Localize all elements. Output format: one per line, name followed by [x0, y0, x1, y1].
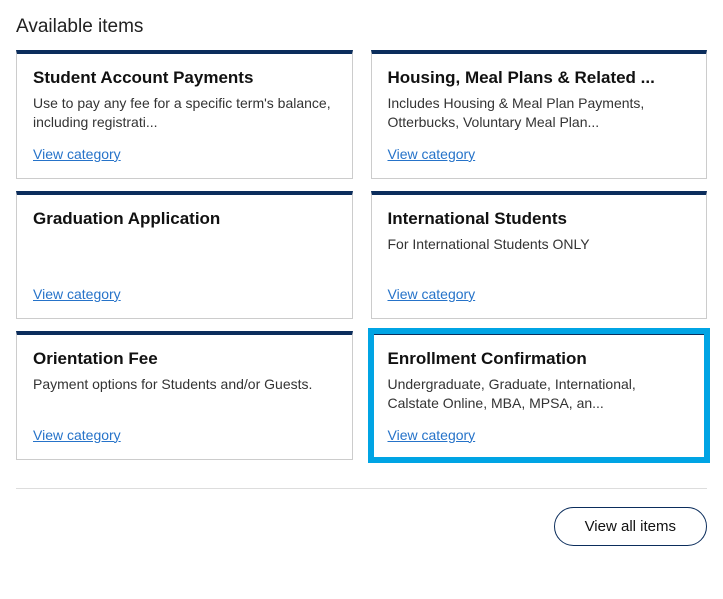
- card-grid: Student Account Payments Use to pay any …: [16, 50, 707, 460]
- card-description: Undergraduate, Graduate, International, …: [388, 375, 691, 413]
- view-category-link[interactable]: View category: [388, 146, 476, 162]
- card-international-students: International Students For International…: [371, 191, 708, 319]
- section-title: Available items: [16, 16, 707, 38]
- view-category-link[interactable]: View category: [388, 427, 476, 443]
- divider: [16, 488, 707, 489]
- card-orientation-fee: Orientation Fee Payment options for Stud…: [16, 331, 353, 460]
- card-description: Includes Housing & Meal Plan Payments, O…: [388, 94, 691, 132]
- card-title: International Students: [388, 209, 691, 229]
- card-description: Use to pay any fee for a specific term's…: [33, 94, 336, 132]
- available-items-section: Available items Student Account Payments…: [16, 16, 707, 546]
- card-description: Payment options for Students and/or Gues…: [33, 375, 336, 413]
- view-category-link[interactable]: View category: [33, 427, 121, 443]
- card-description: [33, 235, 336, 272]
- view-category-link[interactable]: View category: [33, 146, 121, 162]
- card-title: Graduation Application: [33, 209, 336, 229]
- view-category-link[interactable]: View category: [388, 286, 476, 302]
- view-category-link[interactable]: View category: [33, 286, 121, 302]
- card-description: For International Students ONLY: [388, 235, 691, 272]
- card-graduation-application: Graduation Application View category: [16, 191, 353, 319]
- card-title: Orientation Fee: [33, 349, 336, 369]
- card-title: Enrollment Confirmation: [388, 349, 691, 369]
- view-all-items-button[interactable]: View all items: [554, 507, 707, 546]
- card-housing-meal-plans: Housing, Meal Plans & Related ... Includ…: [371, 50, 708, 179]
- card-student-account-payments: Student Account Payments Use to pay any …: [16, 50, 353, 179]
- footer: View all items: [16, 507, 707, 546]
- card-title: Student Account Payments: [33, 68, 336, 88]
- card-title: Housing, Meal Plans & Related ...: [388, 68, 691, 88]
- card-enrollment-confirmation: Enrollment Confirmation Undergraduate, G…: [371, 331, 708, 460]
